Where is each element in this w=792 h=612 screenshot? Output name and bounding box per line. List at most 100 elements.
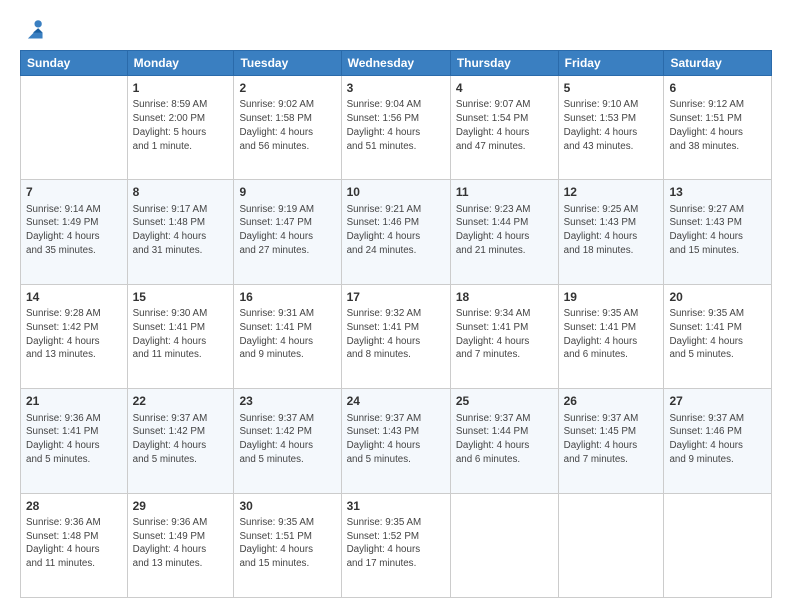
day-info: Sunrise: 9:17 AMSunset: 1:48 PMDaylight:…: [133, 203, 229, 258]
day-cell: 28Sunrise: 9:36 AMSunset: 1:48 PMDayligh…: [21, 493, 128, 597]
day-cell: 17Sunrise: 9:32 AMSunset: 1:41 PMDayligh…: [341, 284, 450, 388]
day-info: Sunrise: 9:35 AMSunset: 1:41 PMDaylight:…: [564, 307, 659, 362]
day-cell: [21, 76, 128, 180]
day-number: 31: [347, 498, 445, 515]
day-info: Sunrise: 9:37 AMSunset: 1:45 PMDaylight:…: [564, 412, 659, 467]
page: SundayMondayTuesdayWednesdayThursdayFrid…: [0, 0, 792, 612]
day-info: Sunrise: 9:10 AMSunset: 1:53 PMDaylight:…: [564, 98, 659, 153]
day-info: Sunrise: 9:32 AMSunset: 1:41 PMDaylight:…: [347, 307, 445, 362]
day-info: Sunrise: 9:07 AMSunset: 1:54 PMDaylight:…: [456, 98, 553, 153]
header: [20, 18, 772, 40]
day-number: 25: [456, 393, 553, 410]
day-cell: 16Sunrise: 9:31 AMSunset: 1:41 PMDayligh…: [234, 284, 341, 388]
day-cell: 25 Sunrise: 9:37 AMSunset: 1:44 PMDayligh…: [450, 389, 558, 493]
column-header-tuesday: Tuesday: [234, 51, 341, 76]
day-cell: 12 Sunrise: 9:25 AMSunset: 1:43 PMDayligh…: [558, 180, 664, 284]
day-number: 17: [347, 289, 445, 306]
day-cell: 3Sunrise: 9:04 AMSunset: 1:56 PMDaylight…: [341, 76, 450, 180]
day-info: Sunrise: 9:37 AMSunset: 1:44 PMDaylight:…: [456, 412, 553, 467]
day-cell: 29Sunrise: 9:36 AMSunset: 1:49 PMDayligh…: [127, 493, 234, 597]
day-cell: 14Sunrise: 9:28 AMSunset: 1:42 PMDayligh…: [21, 284, 128, 388]
day-info: Sunrise: 9:28 AMSunset: 1:42 PMDaylight:…: [26, 307, 122, 362]
day-number: 6: [669, 80, 766, 97]
column-header-friday: Friday: [558, 51, 664, 76]
column-header-thursday: Thursday: [450, 51, 558, 76]
day-cell: 9Sunrise: 9:19 AMSunset: 1:47 PMDaylight…: [234, 180, 341, 284]
day-info: Sunrise: 9:21 AMSunset: 1:46 PMDaylight:…: [347, 203, 445, 258]
day-number: 4: [456, 80, 553, 97]
day-info: Sunrise: 8:59 AMSunset: 2:00 PMDaylight:…: [133, 98, 229, 153]
day-cell: 18Sunrise: 9:34 AMSunset: 1:41 PMDayligh…: [450, 284, 558, 388]
day-info: Sunrise: 9:34 AMSunset: 1:41 PMDaylight:…: [456, 307, 553, 362]
day-number: 23: [239, 393, 335, 410]
day-cell: 5Sunrise: 9:10 AMSunset: 1:53 PMDaylight…: [558, 76, 664, 180]
column-header-wednesday: Wednesday: [341, 51, 450, 76]
day-cell: 13 Sunrise: 9:27 AMSunset: 1:43 PMDayligh…: [664, 180, 772, 284]
day-info: Sunrise: 9:36 AMSunset: 1:49 PMDaylight:…: [133, 516, 229, 571]
column-header-saturday: Saturday: [664, 51, 772, 76]
day-number: 24: [347, 393, 445, 410]
day-number: 18: [456, 289, 553, 306]
day-cell: [450, 493, 558, 597]
day-number: 21: [26, 393, 122, 410]
day-info: Sunrise: 9:23 AMSunset: 1:44 PMDaylight:…: [456, 203, 553, 258]
day-number: 11: [456, 184, 553, 201]
day-number: 20: [669, 289, 766, 306]
day-number: 30: [239, 498, 335, 515]
week-row-2: 7 Sunrise: 9:14 AMSunset: 1:49 PMDaylight…: [21, 180, 772, 284]
day-cell: 6Sunrise: 9:12 AMSunset: 1:51 PMDaylight…: [664, 76, 772, 180]
week-row-5: 28Sunrise: 9:36 AMSunset: 1:48 PMDayligh…: [21, 493, 772, 597]
day-number: 1: [133, 80, 229, 97]
logo-icon: [22, 18, 44, 40]
day-cell: 22 Sunrise: 9:37 AMSunset: 1:42 PMDayligh…: [127, 389, 234, 493]
logo: [20, 18, 44, 40]
week-row-4: 21 Sunrise: 9:36 AMSunset: 1:41 PMDayligh…: [21, 389, 772, 493]
day-cell: 2Sunrise: 9:02 AMSunset: 1:58 PMDaylight…: [234, 76, 341, 180]
day-number: 7: [26, 184, 122, 201]
day-info: Sunrise: 9:14 AMSunset: 1:49 PMDaylight:…: [26, 203, 122, 258]
day-cell: 8Sunrise: 9:17 AMSunset: 1:48 PMDaylight…: [127, 180, 234, 284]
day-cell: 4Sunrise: 9:07 AMSunset: 1:54 PMDaylight…: [450, 76, 558, 180]
day-info: Sunrise: 9:37 AMSunset: 1:42 PMDaylight:…: [239, 412, 335, 467]
day-cell: [664, 493, 772, 597]
day-info: Sunrise: 9:30 AMSunset: 1:41 PMDaylight:…: [133, 307, 229, 362]
day-number: 10: [347, 184, 445, 201]
day-number: 22: [133, 393, 229, 410]
day-number: 5: [564, 80, 659, 97]
day-number: 27: [669, 393, 766, 410]
day-cell: [558, 493, 664, 597]
calendar: SundayMondayTuesdayWednesdayThursdayFrid…: [20, 50, 772, 598]
calendar-header-row: SundayMondayTuesdayWednesdayThursdayFrid…: [21, 51, 772, 76]
day-info: Sunrise: 9:36 AMSunset: 1:41 PMDaylight:…: [26, 412, 122, 467]
day-number: 28: [26, 498, 122, 515]
day-info: Sunrise: 9:12 AMSunset: 1:51 PMDaylight:…: [669, 98, 766, 153]
day-number: 14: [26, 289, 122, 306]
day-info: Sunrise: 9:27 AMSunset: 1:43 PMDaylight:…: [669, 203, 766, 258]
day-cell: 20Sunrise: 9:35 AMSunset: 1:41 PMDayligh…: [664, 284, 772, 388]
day-cell: 15Sunrise: 9:30 AMSunset: 1:41 PMDayligh…: [127, 284, 234, 388]
day-number: 13: [669, 184, 766, 201]
day-cell: 10 Sunrise: 9:21 AMSunset: 1:46 PMDayligh…: [341, 180, 450, 284]
day-cell: 30Sunrise: 9:35 AMSunset: 1:51 PMDayligh…: [234, 493, 341, 597]
day-cell: 11 Sunrise: 9:23 AMSunset: 1:44 PMDayligh…: [450, 180, 558, 284]
day-cell: 27 Sunrise: 9:37 AMSunset: 1:46 PMDayligh…: [664, 389, 772, 493]
day-info: Sunrise: 9:35 AMSunset: 1:51 PMDaylight:…: [239, 516, 335, 571]
day-number: 2: [239, 80, 335, 97]
day-number: 19: [564, 289, 659, 306]
day-number: 15: [133, 289, 229, 306]
day-number: 26: [564, 393, 659, 410]
day-cell: 24Sunrise: 9:37 AMSunset: 1:43 PMDayligh…: [341, 389, 450, 493]
week-row-1: 1Sunrise: 8:59 AMSunset: 2:00 PMDaylight…: [21, 76, 772, 180]
day-cell: 19Sunrise: 9:35 AMSunset: 1:41 PMDayligh…: [558, 284, 664, 388]
week-row-3: 14Sunrise: 9:28 AMSunset: 1:42 PMDayligh…: [21, 284, 772, 388]
column-header-monday: Monday: [127, 51, 234, 76]
day-cell: 7 Sunrise: 9:14 AMSunset: 1:49 PMDaylight…: [21, 180, 128, 284]
day-info: Sunrise: 9:04 AMSunset: 1:56 PMDaylight:…: [347, 98, 445, 153]
day-info: Sunrise: 9:37 AMSunset: 1:42 PMDaylight:…: [133, 412, 229, 467]
day-number: 29: [133, 498, 229, 515]
day-info: Sunrise: 9:19 AMSunset: 1:47 PMDaylight:…: [239, 203, 335, 258]
day-number: 12: [564, 184, 659, 201]
day-info: Sunrise: 9:25 AMSunset: 1:43 PMDaylight:…: [564, 203, 659, 258]
day-info: Sunrise: 9:37 AMSunset: 1:46 PMDaylight:…: [669, 412, 766, 467]
day-number: 16: [239, 289, 335, 306]
